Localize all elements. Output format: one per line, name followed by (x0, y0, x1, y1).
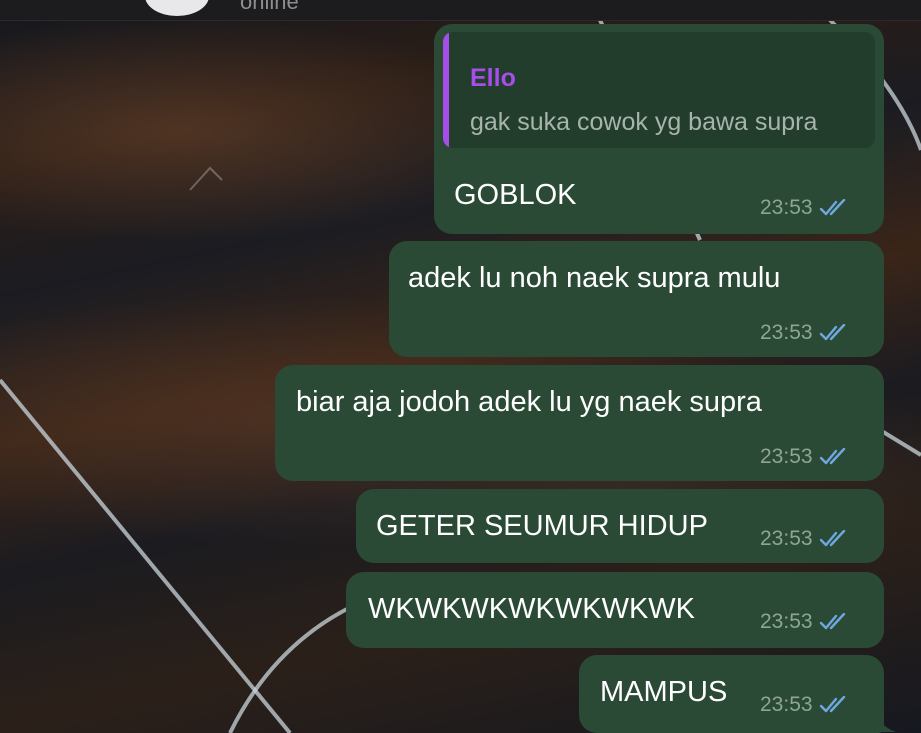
double-check-icon (819, 530, 845, 547)
message-text: GETER SEUMUR HIDUP (376, 510, 708, 542)
message-meta: 23:53 (760, 321, 849, 345)
double-check-icon (819, 448, 845, 465)
message-meta: 23:53 (760, 445, 849, 469)
message-time: 23:53 (760, 610, 813, 633)
message-text: adek lu noh naek supra mulu (408, 262, 781, 294)
double-check-icon (819, 324, 845, 341)
message-text: biar aja jodoh adek lu yg naek supra (296, 386, 762, 418)
message-time: 23:53 (760, 196, 813, 219)
message-meta: 23:53 (760, 527, 849, 551)
contact-avatar[interactable] (145, 0, 209, 16)
message-meta: 23:53 (760, 610, 849, 634)
message-bubble[interactable]: biar aja jodoh adek lu yg naek supra 23:… (275, 365, 884, 481)
message-meta: 23:53 (760, 196, 849, 220)
message-time: 23:53 (760, 527, 813, 550)
message-bubble[interactable]: Ello gak suka cowok yg bawa supra GOBLOK… (434, 24, 884, 234)
message-time: 23:53 (760, 693, 813, 716)
message-bubble[interactable]: MAMPUS 23:53 (579, 655, 884, 733)
message-text: MAMPUS (600, 676, 728, 708)
message-time: 23:53 (760, 321, 813, 344)
message-bubble[interactable]: adek lu noh naek supra mulu 23:53 (389, 241, 884, 357)
double-check-icon (819, 613, 845, 630)
message-meta: 23:53 (760, 693, 849, 717)
reply-accent-bar (443, 32, 449, 148)
message-bubble[interactable]: WKWKWKWKWKWKWK 23:53 (346, 572, 884, 648)
message-text: GOBLOK (454, 179, 577, 211)
reply-sender-name: Ello (470, 64, 516, 92)
reply-quoted-text: gak suka cowok yg bawa supra (470, 108, 818, 136)
chat-header: online (0, 0, 921, 21)
message-time: 23:53 (760, 445, 813, 468)
bubble-tail (876, 708, 896, 732)
message-text: WKWKWKWKWKWKWK (368, 593, 696, 625)
contact-status: online (240, 0, 299, 14)
reply-preview[interactable]: Ello gak suka cowok yg bawa supra (443, 32, 875, 148)
double-check-icon (819, 696, 845, 713)
double-check-icon (819, 199, 845, 216)
message-bubble[interactable]: GETER SEUMUR HIDUP 23:53 (356, 489, 884, 563)
